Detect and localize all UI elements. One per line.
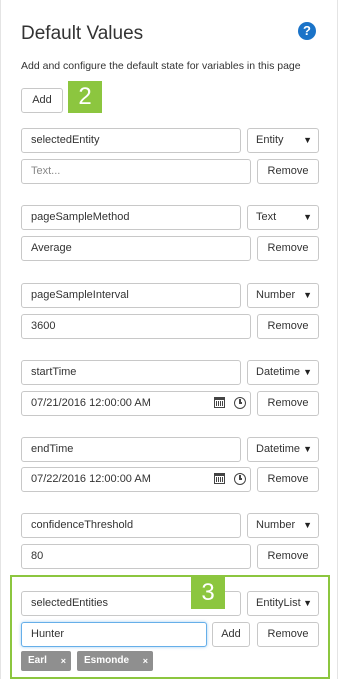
select-value: Entity <box>256 134 284 146</box>
chevron-down-icon: ▼ <box>303 598 312 608</box>
variable-value-input[interactable]: 80 <box>21 544 251 569</box>
calendar-icon[interactable] <box>214 397 225 408</box>
entity-tag: Earl × <box>21 651 71 671</box>
add-variable-button[interactable]: Add <box>21 88 63 113</box>
add-entity-button[interactable]: Add <box>212 622 250 647</box>
variable-name-input[interactable]: pageSampleInterval <box>21 283 241 308</box>
chevron-down-icon: ▼ <box>303 444 312 454</box>
close-icon[interactable]: × <box>61 651 66 671</box>
chevron-down-icon: ▼ <box>303 212 312 222</box>
panel-header: Default Values ? <box>21 22 321 46</box>
remove-button[interactable]: Remove <box>257 622 319 647</box>
select-value: Datetime <box>256 366 301 378</box>
variable-name-input[interactable]: endTime <box>21 437 241 462</box>
select-value: Text <box>256 211 277 223</box>
remove-button[interactable]: Remove <box>257 467 319 492</box>
select-value: Number <box>256 519 296 531</box>
remove-button[interactable]: Remove <box>257 391 319 416</box>
variable-name-input[interactable]: startTime <box>21 360 241 385</box>
entity-search-input[interactable]: Hunter <box>21 622 207 647</box>
callout-2: 2 <box>68 81 102 113</box>
variable-type-select[interactable]: Text ▼ <box>247 205 319 230</box>
variable-value-input[interactable]: Average <box>21 236 251 261</box>
remove-button[interactable]: Remove <box>257 544 319 569</box>
clock-icon[interactable] <box>234 397 246 409</box>
variable-type-select[interactable]: Number ▼ <box>247 283 319 308</box>
clock-icon[interactable] <box>234 473 246 485</box>
panel-description: Add and configure the default state for … <box>21 60 301 72</box>
select-value: Number <box>256 289 296 301</box>
variable-value-input[interactable]: Text... <box>21 159 251 184</box>
variable-type-select[interactable]: Datetime ▼ <box>247 437 319 462</box>
remove-button[interactable]: Remove <box>257 159 319 184</box>
chevron-down-icon: ▼ <box>303 367 312 377</box>
calendar-icon[interactable] <box>214 473 225 484</box>
help-icon[interactable]: ? <box>298 22 316 40</box>
variable-type-select[interactable]: Entity ▼ <box>247 128 319 153</box>
variable-name-input[interactable]: selectedEntity <box>21 128 241 153</box>
entity-tag: Esmonde × <box>77 651 153 671</box>
default-values-panel: Default Values ? Add and configure the d… <box>0 0 338 679</box>
chevron-down-icon: ▼ <box>303 520 312 530</box>
variable-type-select[interactable]: Datetime ▼ <box>247 360 319 385</box>
callout-3: 3 <box>191 577 225 609</box>
variable-name-input[interactable]: confidenceThreshold <box>21 513 241 538</box>
variable-type-select[interactable]: EntityList ▼ <box>247 591 319 616</box>
remove-button[interactable]: Remove <box>257 314 319 339</box>
datetime-value: 07/21/2016 12:00:00 AM <box>31 397 151 409</box>
datetime-value: 07/22/2016 12:00:00 AM <box>31 473 151 485</box>
entity-tag-label: Esmonde <box>84 655 130 666</box>
chevron-down-icon: ▼ <box>303 290 312 300</box>
close-icon[interactable]: × <box>143 651 148 671</box>
variable-value-input[interactable]: 3600 <box>21 314 251 339</box>
remove-button[interactable]: Remove <box>257 236 319 261</box>
select-value: Datetime <box>256 443 301 455</box>
select-value: EntityList <box>256 597 301 609</box>
variable-name-input[interactable]: pageSampleMethod <box>21 205 241 230</box>
variable-type-select[interactable]: Number ▼ <box>247 513 319 538</box>
page-title: Default Values <box>21 23 144 44</box>
entity-tag-label: Earl <box>28 655 47 666</box>
chevron-down-icon: ▼ <box>303 135 312 145</box>
